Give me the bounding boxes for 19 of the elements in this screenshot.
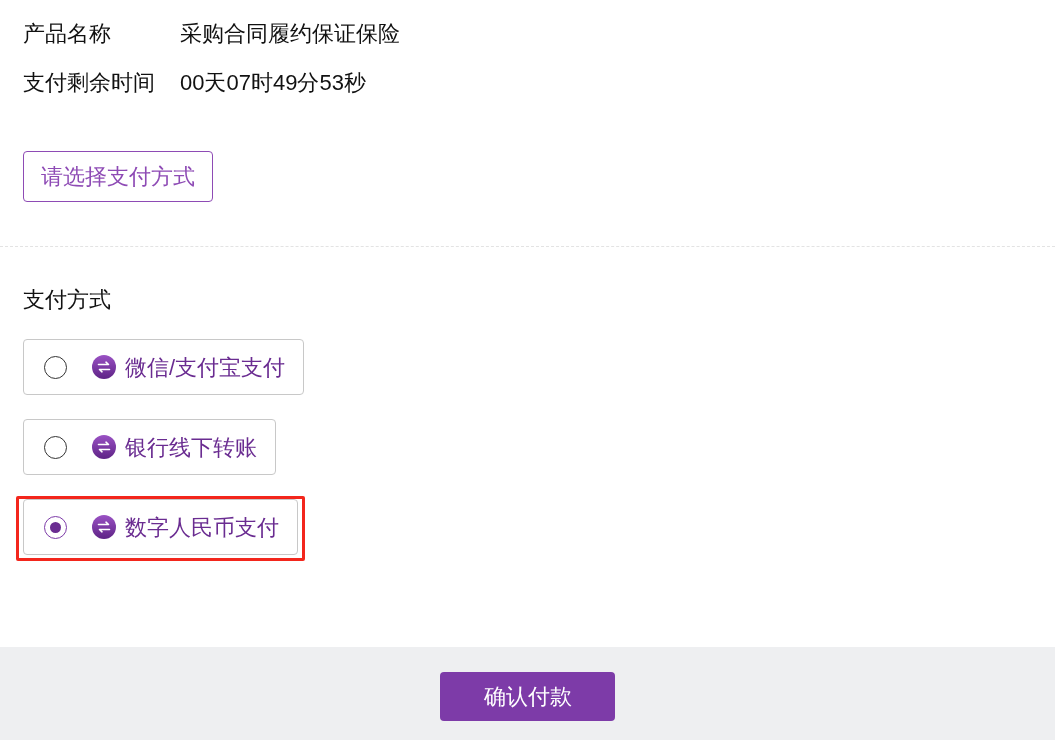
radio-button[interactable] xyxy=(44,435,67,459)
payment-option[interactable]: 数字人民币支付 xyxy=(23,499,298,555)
field-label: 支付剩余时间 xyxy=(23,69,156,97)
payment-option[interactable]: 银行线下转账 xyxy=(23,419,276,475)
field-value: 采购合同履约保证保险 xyxy=(180,20,400,48)
swap-arrows-icon xyxy=(92,515,116,539)
payment-option[interactable]: 微信/支付宝支付 xyxy=(23,339,305,395)
select-payment-button[interactable]: 请选择支付方式 xyxy=(23,151,213,202)
option-label: 数字人民币支付 xyxy=(125,513,279,542)
confirm-payment-button[interactable]: 确认付款 xyxy=(440,672,615,721)
swap-arrows-icon xyxy=(92,355,116,379)
radio-button[interactable] xyxy=(44,355,67,379)
option-label: 银行线下转账 xyxy=(125,433,257,462)
swap-arrows-icon xyxy=(92,435,116,459)
field-label: 产品名称 xyxy=(23,20,112,48)
field-value: 00天07时49分53秒 xyxy=(180,69,366,97)
radio-button-selected[interactable] xyxy=(44,515,67,539)
section-title: 支付方式 xyxy=(23,285,111,314)
option-label: 微信/支付宝支付 xyxy=(125,353,286,382)
